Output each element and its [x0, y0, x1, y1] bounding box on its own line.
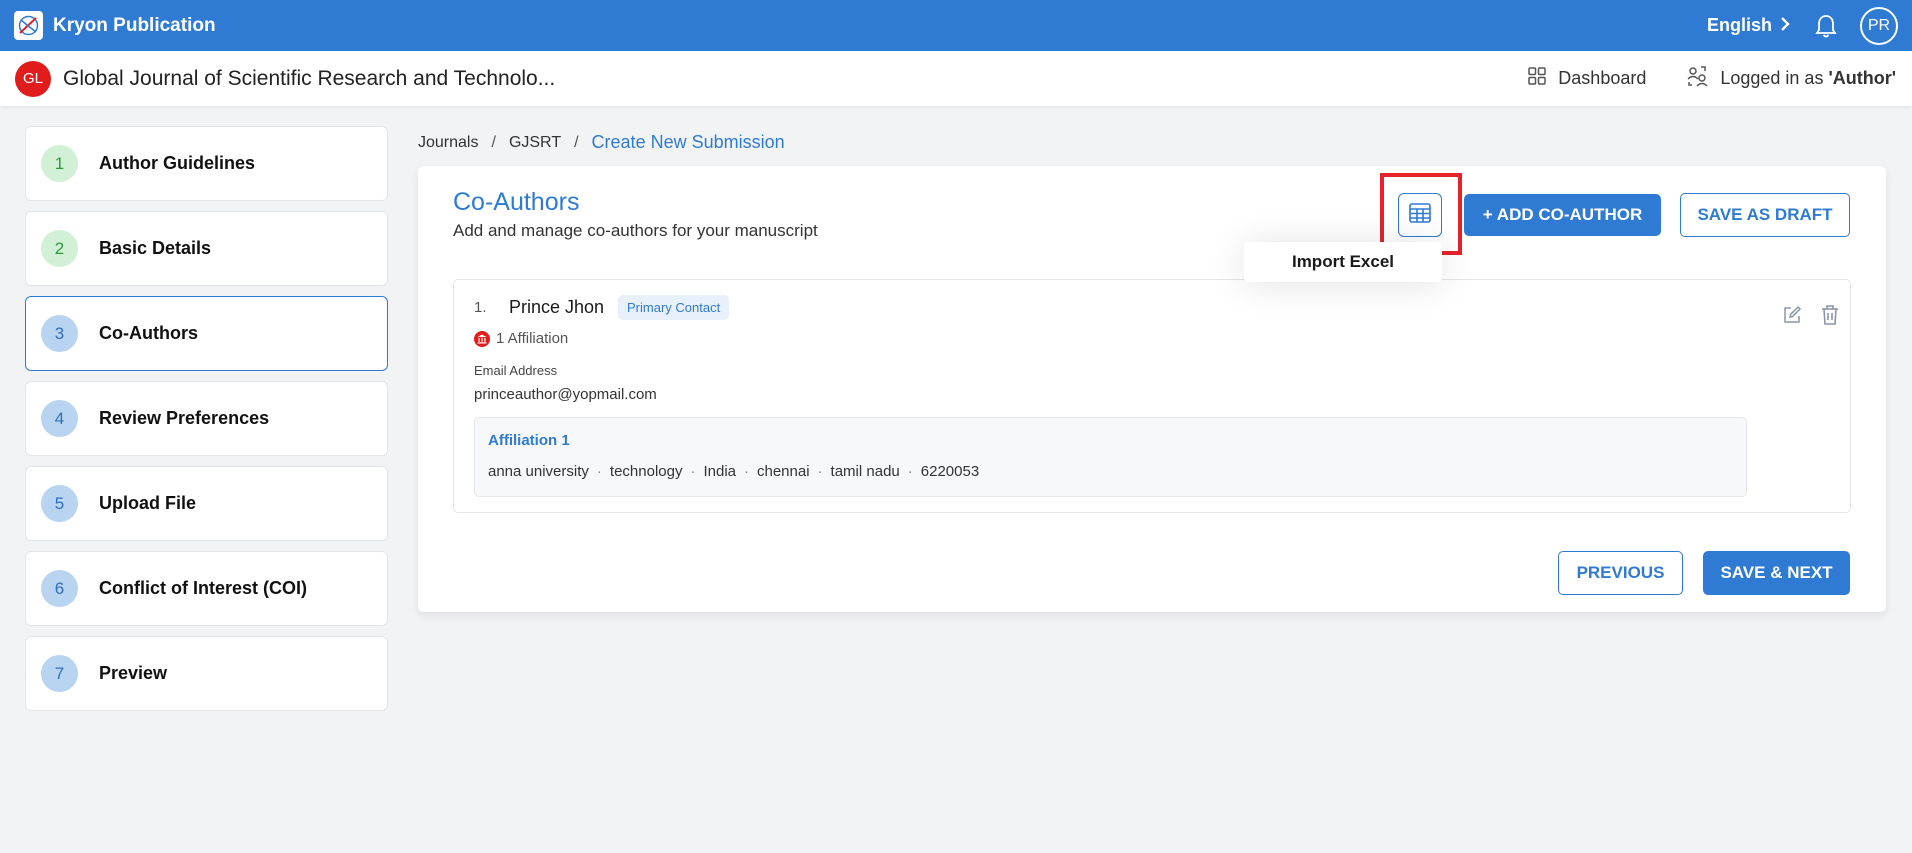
save-as-draft-button[interactable]: SAVE AS DRAFT [1680, 193, 1850, 237]
language-label: English [1706, 15, 1772, 35]
step-label: Conflict of Interest (COI) [99, 578, 307, 598]
submission-steps: 1 Author Guidelines 2 Basic Details 3 Co… [25, 126, 388, 721]
journal-bar: GL Global Journal of Scientific Research… [0, 51, 1912, 106]
logged-in-prefix: Logged in as [1720, 68, 1824, 88]
breadcrumb-separator: / [491, 133, 496, 151]
logged-in-role[interactable]: Logged in as 'Author' [1686, 65, 1896, 92]
step-label: Basic Details [99, 238, 212, 258]
section-title: Co-Authors [453, 188, 580, 216]
step-number: 7 [41, 655, 78, 692]
breadcrumb: Journals / GJSRT / Create New Submission [418, 132, 785, 153]
affiliation-country: India [703, 463, 736, 480]
co-author-name: Prince Jhon [509, 297, 605, 317]
affiliation-count-text: 1 Affiliation [496, 330, 569, 347]
chevron-right-icon [1780, 15, 1790, 36]
step-label: Co-Authors [99, 323, 198, 343]
affiliation-institution: anna university [488, 463, 589, 480]
add-co-author-button[interactable]: + ADD CO-AUTHOR [1464, 194, 1661, 236]
affiliation-details: anna university · technology · India · c… [488, 463, 980, 480]
dashboard-grid-icon [1528, 67, 1558, 90]
co-author-item: 1. Prince Jhon Primary Contact 1 Affilia… [453, 279, 1851, 513]
step-basic-details[interactable]: 2 Basic Details [25, 211, 388, 286]
step-co-authors[interactable]: 3 Co-Authors [25, 296, 388, 371]
language-selector[interactable]: English [1707, 15, 1790, 36]
previous-button[interactable]: PREVIOUS [1558, 551, 1683, 595]
edit-icon[interactable] [1782, 305, 1802, 330]
affiliation-title: Affiliation 1 [488, 432, 570, 449]
step-number: 3 [41, 315, 78, 352]
bell-icon[interactable] [1814, 13, 1838, 39]
co-author-index: 1. [474, 299, 487, 316]
dashboard-link[interactable]: Dashboard [1528, 67, 1646, 90]
step-label: Preview [99, 663, 168, 683]
affiliation-department: technology [609, 463, 683, 480]
step-number: 4 [41, 400, 78, 437]
top-navbar: Kryon Publication English PR [0, 0, 1912, 51]
step-number: 2 [41, 230, 78, 267]
step-number: 6 [41, 570, 78, 607]
save-and-next-button[interactable]: SAVE & NEXT [1703, 551, 1850, 595]
table-excel-icon [1409, 202, 1431, 228]
step-preview[interactable]: 7 Preview [25, 636, 388, 711]
import-excel-tooltip: Import Excel [1244, 242, 1442, 282]
section-subtitle: Add and manage co-authors for your manus… [453, 221, 818, 240]
step-upload-file[interactable]: 5 Upload File [25, 466, 388, 541]
bank-icon [474, 330, 490, 347]
breadcrumb-journals[interactable]: Journals [418, 134, 478, 152]
journal-badge: GL [15, 60, 51, 97]
step-label: Review Preferences [99, 408, 270, 428]
affiliation-count: 1 Affiliation [474, 330, 568, 347]
step-label: Upload File [99, 493, 197, 513]
trash-icon[interactable] [1820, 304, 1840, 331]
step-conflict-of-interest[interactable]: 6 Conflict of Interest (COI) [25, 551, 388, 626]
user-switch-icon [1686, 65, 1720, 92]
logged-in-role-value: 'Author' [1828, 68, 1896, 88]
user-avatar[interactable]: PR [1860, 6, 1898, 45]
co-authors-card: Co-Authors Add and manage co-authors for… [418, 166, 1886, 612]
brand-name: Kryon Publication [53, 14, 216, 36]
dashboard-label: Dashboard [1558, 68, 1647, 88]
breadcrumb-current: Create New Submission [591, 132, 785, 152]
step-author-guidelines[interactable]: 1 Author Guidelines [25, 126, 388, 201]
affiliation-state: tamil nadu [830, 463, 900, 480]
breadcrumb-separator: / [574, 133, 579, 151]
journal-title: Global Journal of Scientific Research an… [63, 66, 556, 90]
brand[interactable]: Kryon Publication [14, 11, 216, 40]
step-number: 1 [41, 145, 78, 182]
step-review-preferences[interactable]: 4 Review Preferences [25, 381, 388, 456]
kryon-logo-icon [14, 11, 43, 40]
email-value: princeauthor@yopmail.com [474, 386, 657, 403]
affiliation-box: Affiliation 1 anna university · technolo… [474, 417, 1747, 497]
step-number: 5 [41, 485, 78, 522]
import-excel-button[interactable] [1398, 193, 1442, 237]
breadcrumb-gjsrt[interactable]: GJSRT [509, 134, 561, 152]
affiliation-postal-code: 6220053 [920, 463, 980, 480]
step-label: Author Guidelines [99, 153, 256, 173]
primary-contact-badge: Primary Contact [618, 295, 730, 320]
email-label: Email Address [474, 363, 558, 378]
affiliation-city: chennai [757, 463, 810, 480]
